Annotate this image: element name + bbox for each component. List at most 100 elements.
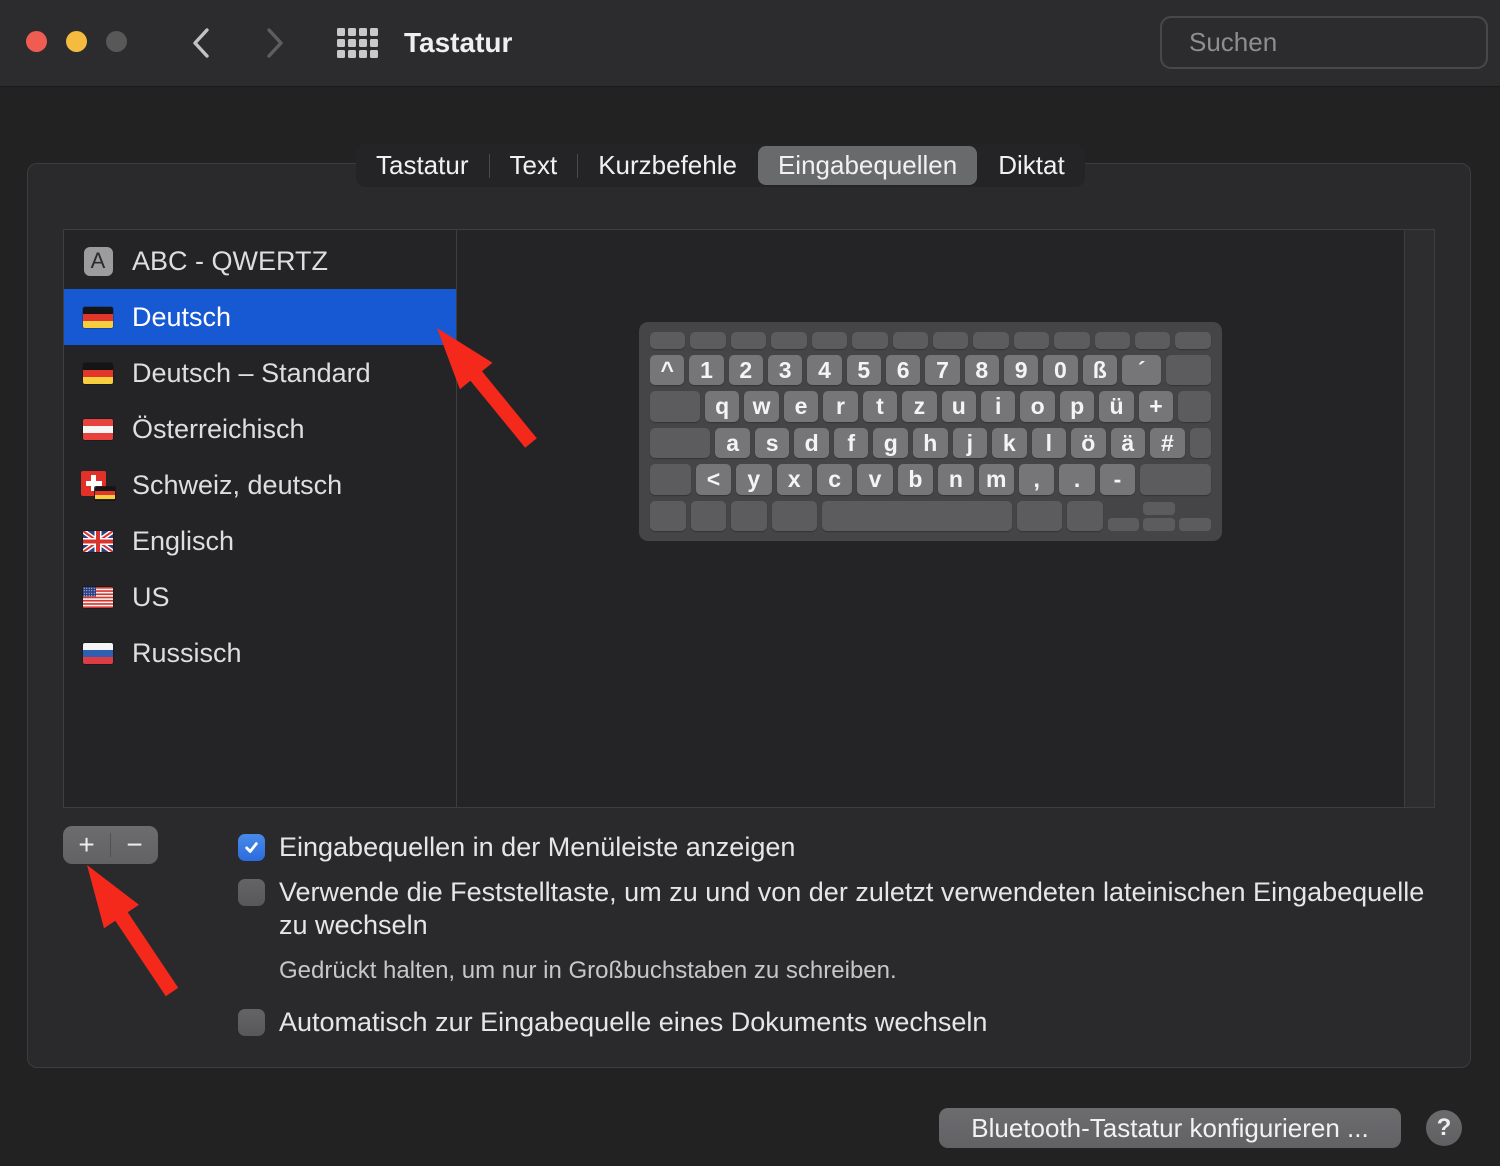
- key-4: 4: [807, 355, 842, 386]
- key-t: t: [862, 391, 898, 422]
- checkbox-row-eingabequellen-in-der-men-leiste-anzeige[interactable]: Eingabequellen in der Menüleiste anzeige…: [238, 831, 1443, 864]
- key-ä: ä: [1110, 427, 1146, 459]
- key-o: o: [1020, 391, 1055, 422]
- key-blank: [932, 332, 969, 349]
- titlebar: Tastatur: [0, 0, 1500, 87]
- key-r: r: [823, 391, 858, 422]
- input-source-label: Russisch: [132, 637, 242, 668]
- input-source-label: Deutsch: [132, 301, 232, 332]
- ch-de-flag-icon: [81, 470, 115, 500]
- tab-eingabequellen[interactable]: Eingabequellen: [757, 146, 978, 185]
- key-p: p: [1059, 391, 1095, 422]
- arrow-key-column: [1107, 501, 1140, 532]
- key-f: f: [833, 427, 869, 459]
- key-3: 3: [767, 355, 803, 386]
- key-,: ,: [1018, 464, 1055, 495]
- flag-cell: [80, 306, 116, 328]
- key-blank: [650, 391, 700, 422]
- checkbox-label: Eingabequellen in der Menüleiste anzeige…: [279, 832, 796, 862]
- forward-button[interactable]: [262, 24, 288, 62]
- page-title: Tastatur: [404, 27, 513, 58]
- check-icon: [245, 842, 258, 853]
- key-5: 5: [846, 355, 881, 386]
- key-blank: [771, 500, 817, 532]
- minimize-window-button[interactable]: [66, 31, 87, 52]
- input-source-row-englisch[interactable]: Englisch: [64, 513, 456, 569]
- key-w: w: [744, 391, 779, 422]
- tab-diktat[interactable]: Diktat: [978, 144, 1084, 187]
- input-source-row-abc-qwertz[interactable]: A ABC - QWERTZ: [64, 233, 456, 289]
- key-ü: ü: [1099, 391, 1134, 422]
- input-source-label: Schweiz, deutsch: [132, 469, 343, 500]
- key-blank: [690, 500, 727, 532]
- abc-badge-icon: A: [83, 246, 113, 276]
- key-b: b: [897, 464, 934, 495]
- input-source-row-deutsch[interactable]: Deutsch: [64, 289, 456, 345]
- at-flag-icon: [83, 418, 113, 440]
- key-k: k: [992, 427, 1027, 459]
- input-source-row-sterreichisch[interactable]: Österreichisch: [64, 401, 456, 457]
- scrollbar-track: [1404, 230, 1434, 807]
- key-m: m: [978, 464, 1014, 495]
- show-all-grid-icon[interactable]: [337, 28, 378, 58]
- input-source-row-us[interactable]: US: [64, 569, 456, 625]
- key-blank: [1175, 332, 1211, 349]
- input-source-row-russisch[interactable]: Russisch: [64, 625, 456, 681]
- flag-cell: A: [80, 246, 116, 276]
- de-flag-icon: [83, 306, 113, 328]
- content-panel: A ABC - QWERTZ Deutsch Deutsch – Standar…: [27, 163, 1471, 1068]
- configure-bluetooth-keyboard-button[interactable]: Bluetooth-Tastatur konfigurieren ...: [939, 1108, 1401, 1148]
- key-blank: [1140, 464, 1211, 495]
- key-v: v: [857, 464, 893, 495]
- key-#: #: [1150, 427, 1185, 459]
- key-8: 8: [964, 355, 999, 386]
- key-blank: [730, 332, 767, 349]
- checkbox-row-automatisch-zur-eingabequelle-eines-doku[interactable]: Automatisch zur Eingabequelle eines Doku…: [238, 1006, 1443, 1039]
- gb-flag-icon: [83, 530, 113, 552]
- help-button[interactable]: ?: [1426, 1110, 1462, 1146]
- close-window-button[interactable]: [26, 31, 47, 52]
- key-9: 9: [1003, 355, 1039, 386]
- tab-text[interactable]: Text: [490, 144, 578, 187]
- checkbox-note: Gedrückt halten, um nur in Großbuchstabe…: [279, 957, 897, 984]
- search-input[interactable]: [1187, 26, 1500, 59]
- key-l: l: [1031, 427, 1067, 459]
- arrow-key-column: [1179, 501, 1211, 532]
- us-flag-icon: [83, 586, 113, 608]
- flag-cell: [80, 470, 116, 500]
- input-source-row-deutsch-standard[interactable]: Deutsch – Standard: [64, 345, 456, 401]
- checkbox-unchecked[interactable]: [238, 879, 265, 906]
- key-blank: [1066, 500, 1103, 532]
- key-arrow-down: [1143, 517, 1176, 532]
- key-blank: [1178, 391, 1211, 422]
- checkbox-checked[interactable]: [238, 834, 265, 861]
- input-source-row-schweiz-deutsch[interactable]: Schweiz, deutsch: [64, 457, 456, 513]
- key-blank: [852, 332, 888, 349]
- key-0: 0: [1043, 355, 1078, 386]
- key-arrow-left: [1107, 517, 1140, 532]
- key-d: d: [794, 427, 829, 459]
- key-blank: [731, 500, 767, 532]
- annotation-arrow-deutsch: [420, 315, 550, 465]
- tab-kurzbefehle[interactable]: Kurzbefehle: [578, 144, 757, 187]
- key-y: y: [736, 464, 772, 495]
- key-blank: [811, 332, 848, 349]
- search-field[interactable]: [1160, 16, 1500, 69]
- key-g: g: [873, 427, 908, 459]
- key-<: <: [695, 464, 732, 495]
- checkbox-row-verwende-die-feststelltaste-um-zu-und-vo[interactable]: Verwende die Feststelltaste, um zu und v…: [238, 877, 1443, 942]
- checkbox-unchecked[interactable]: [238, 1009, 265, 1036]
- key-blank: [690, 332, 726, 349]
- input-source-label: Deutsch – Standard: [132, 357, 371, 388]
- key-6: 6: [885, 355, 921, 386]
- key-blank: [1017, 500, 1062, 532]
- ru-flag-icon: [83, 642, 113, 664]
- tab-bar: Tastatur Text Kurzbefehle Eingabequellen Dik…: [356, 144, 1085, 187]
- input-source-label: US: [132, 581, 170, 612]
- input-source-label: Englisch: [132, 525, 235, 556]
- tab-tastatur[interactable]: Tastatur: [356, 144, 489, 187]
- back-button[interactable]: [188, 24, 214, 62]
- key--: -: [1099, 464, 1136, 495]
- key-a: a: [715, 427, 750, 459]
- zoom-window-button[interactable]: [106, 31, 127, 52]
